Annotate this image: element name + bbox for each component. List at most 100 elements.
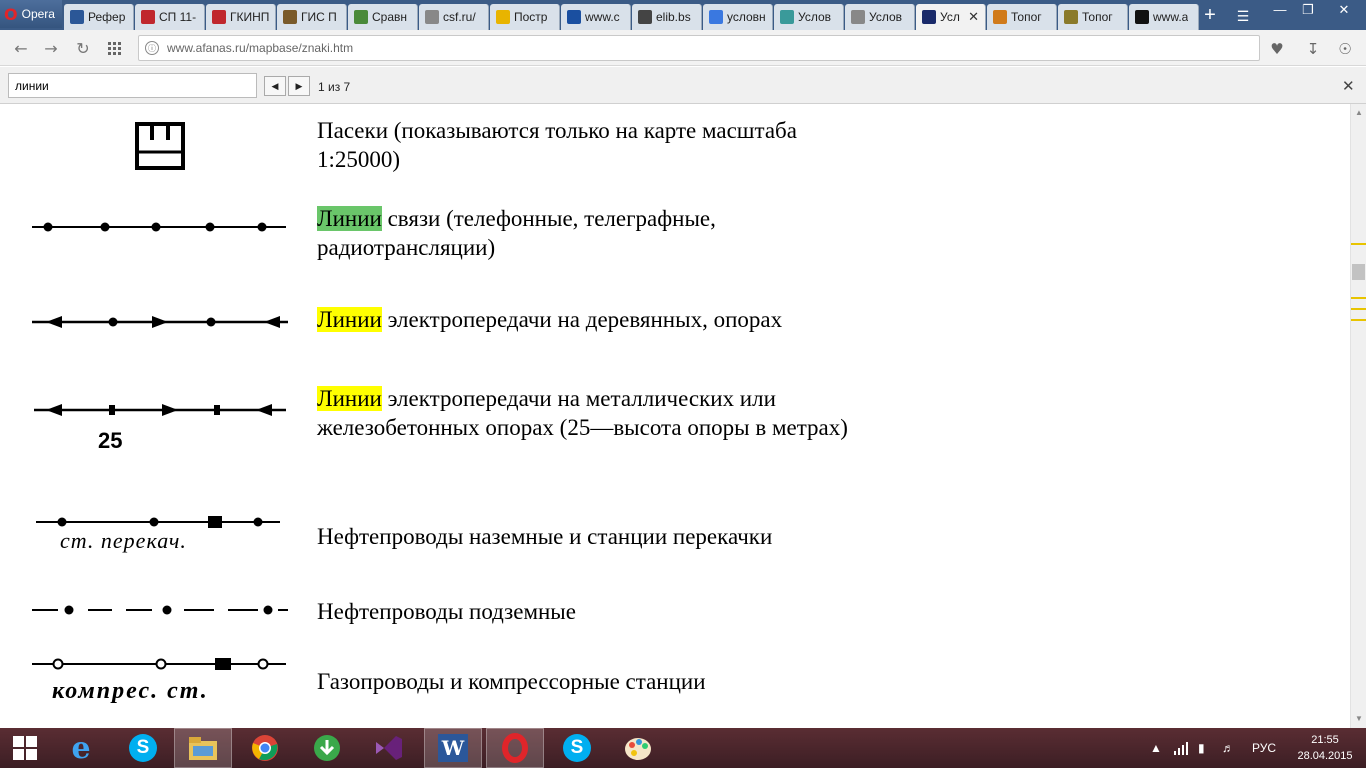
tab-menu-icon[interactable]: ☰ [1232,4,1254,28]
browser-tab[interactable]: csf.ru/ [419,4,489,30]
tab-label: www.a [1153,10,1189,24]
browser-tab[interactable]: условн [703,4,773,30]
legend-description: Пасеки (показываются только на карте мас… [317,118,797,172]
find-bar: ◀ ▶ 1 из 7 ✕ [0,67,1366,104]
tab-label: условн [727,10,766,24]
site-info-icon[interactable]: ⓘ [145,41,159,55]
speed-dial-icon[interactable] [104,38,126,60]
map-icon [780,10,794,24]
find-match-marker [1351,297,1366,299]
tab-label: Усл [940,10,960,24]
tab-label: Топог [1011,10,1042,24]
compressor-station-label: компрес. ст. [52,678,209,704]
tab-bar: O Opera Рефер СП 11- ГКИНП ГИС П Сравн csf.ru… [0,0,1366,30]
minimize-button[interactable]: — [1266,0,1294,20]
smiley-icon [496,10,510,24]
pole-height-label: 25 [98,428,122,453]
browser-tab[interactable]: Усл ✕ [916,4,986,30]
reload-icon[interactable]: ↻ [72,38,94,60]
find-previous-button[interactable]: ◀ [264,76,286,96]
volume-icon[interactable]: ♬ [1222,728,1234,768]
find-match-marker [1351,243,1366,245]
link-icon [567,10,581,24]
document-red-icon [212,10,226,24]
browser-tab[interactable]: СП 11- [135,4,205,30]
tab-label: csf.ru/ [443,10,476,24]
find-next-button[interactable]: ▶ [288,76,310,96]
find-input[interactable] [8,73,257,98]
close-window-button[interactable]: ✕ [1322,0,1366,20]
legend-description: Нефтепроводы наземные и станции перекачк… [317,524,773,549]
scroll-down-arrow-icon[interactable]: ▼ [1351,712,1366,726]
word-icon[interactable]: W [424,728,482,768]
clock[interactable]: 21:55 28.04.2015 [1290,732,1360,764]
network-icon[interactable] [1174,728,1188,768]
chrome-icon[interactable] [236,728,294,768]
browser-tab[interactable]: Рефер [64,4,134,30]
legend-description: Нефтепроводы подземные [317,599,576,624]
browser-tab[interactable]: Топог [1058,4,1128,30]
ie-icon[interactable]: e [52,728,110,768]
opera-menu-button[interactable]: O Opera [0,0,62,28]
tab-label: www.c [585,10,620,24]
url-field[interactable]: ⓘ www.afanas.ru/mapbase/znaki.htm [138,35,1260,61]
tab-label: Топог [1082,10,1113,24]
show-hidden-icons-icon[interactable]: ▲ [1150,728,1162,768]
browser-tab[interactable]: Услов [845,4,915,30]
tab-label: Услов [869,10,903,24]
browser-tab[interactable]: www.a [1129,4,1199,30]
scroll-thumb[interactable] [1352,264,1365,280]
new-tab-button[interactable]: + [1198,4,1222,28]
url-text: www.afanas.ru/mapbase/znaki.htm [167,41,354,55]
skype-icon[interactable]: S [114,728,172,768]
power-line-metal-symbol: 25 [34,404,286,453]
forward-icon[interactable]: → [40,38,62,60]
book-icon [638,10,652,24]
gas-pipeline-symbol: компрес. ст. [32,658,286,704]
search-highlight: Линии [317,307,382,332]
browser-tab[interactable]: Топог [987,4,1057,30]
tab-label: elib.bs [656,10,691,24]
page-icon [425,10,439,24]
vertical-scrollbar[interactable]: ▲ ▼ [1350,104,1366,728]
clock-time: 21:55 [1311,734,1339,746]
tab-label: Постр [514,10,548,24]
browser-tab[interactable]: Услов [774,4,844,30]
oil-pipeline-surface-symbol: ст. перекач. [36,516,280,553]
download-icon[interactable]: ↧ [1302,38,1324,60]
paint-icon[interactable] [610,728,668,768]
browser-tab[interactable]: ГКИНП [206,4,276,30]
skype-icon-2[interactable]: S [548,728,606,768]
apiary-symbol [135,122,185,170]
windows-taskbar: e S W S ▲ ▮ ♬ РУС 21:55 28.04.2015 [0,728,1366,768]
scroll-up-arrow-icon[interactable]: ▲ [1351,106,1366,120]
opera-logo-icon: O [4,4,18,24]
emblem-icon [1064,10,1078,24]
download-manager-icon[interactable] [298,728,356,768]
battery-icon[interactable]: ▮ [1198,728,1205,768]
language-indicator[interactable]: РУС [1252,728,1276,768]
browser-tab[interactable]: Сравн [348,4,418,30]
browser-tab[interactable]: ГИС П [277,4,347,30]
document-red-icon [141,10,155,24]
back-icon[interactable]: ← [10,38,32,60]
page-content: Пасеки (показываются только на карте мас… [0,104,1350,728]
close-tab-icon[interactable]: ✕ [968,9,979,25]
maximize-button[interactable]: ❐ [1294,0,1322,20]
browser-tab[interactable]: elib.bs [632,4,702,30]
building-icon [283,10,297,24]
graduation-cap-icon [70,10,84,24]
browser-tab[interactable]: Постр [490,4,560,30]
start-icon[interactable] [0,728,50,768]
tab-label: ГИС П [301,10,337,24]
account-icon[interactable]: ☉ [1334,38,1356,60]
opera-icon[interactable] [486,728,544,768]
find-close-icon[interactable]: ✕ [1342,77,1355,95]
visual-studio-icon[interactable] [360,728,418,768]
file-explorer-icon[interactable] [174,728,232,768]
browser-tab[interactable]: www.c [561,4,631,30]
heart-icon[interactable]: ♥ [1266,38,1288,60]
legend-description: Линии электропередачи на деревянных, опо… [317,307,783,332]
circle-icon [1135,10,1149,24]
communication-line-symbol [32,222,286,232]
